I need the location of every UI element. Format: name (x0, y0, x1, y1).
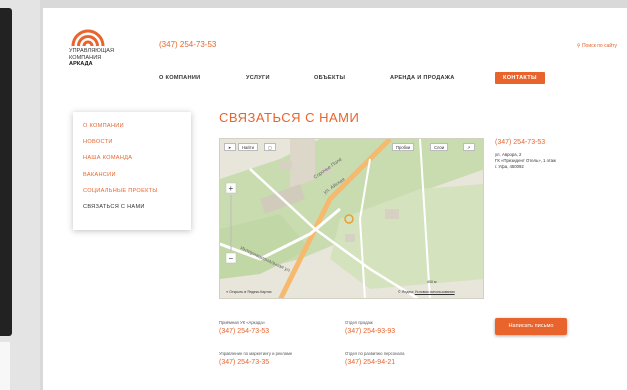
contact-sales-phone: (347) 254-93-93 (345, 328, 396, 335)
left-dark-panel (0, 8, 12, 336)
contact-marketing-label: Управление по маркетингу и рекламе (219, 351, 293, 356)
search-label: Поиск по сайту (581, 43, 617, 49)
map-copyright-label: © Яндекс (398, 290, 414, 294)
sidebar-item-team[interactable]: НАША КОМАНДА (83, 155, 191, 171)
nav-item-objects[interactable]: ОБЪЕКТЫ (314, 75, 345, 81)
header-phone[interactable]: (347) 254-73-53 (159, 40, 216, 49)
map-geolocate-icon[interactable]: ➤ (224, 143, 236, 151)
search-link[interactable]: ⚲ Поиск по сайту (577, 43, 617, 49)
logo[interactable]: УПРАВЛЯЮЩАЯ КОМПАНИЯ АРКАДА (69, 26, 125, 68)
page: УПРАВЛЯЮЩАЯ КОМПАНИЯ АРКАДА (347) 254-73… (43, 8, 627, 390)
contact-hr-phone: (347) 254-94-21 (345, 359, 396, 366)
contact-hr: Отдел по развитию персонала (347) 254-94… (345, 351, 455, 367)
logo-line-3: АРКАДА (69, 61, 93, 67)
logo-arc-icon (71, 29, 105, 46)
map-find-button[interactable]: Найти (238, 143, 258, 151)
map-copyright: © Яндекс Условия использования (398, 290, 455, 294)
address-line-3: г. Уфа, 450092 (495, 164, 524, 169)
nav-item-contacts[interactable]: КОНТАКТЫ (495, 72, 545, 84)
contact-reception-phone: (347) 254-73-53 (219, 328, 270, 335)
contact-marketing: Управление по маркетингу и рекламе (347)… (219, 351, 314, 367)
nav-item-rent-sale[interactable]: АРЕНДА И ПРОДАЖА (390, 75, 455, 81)
svg-text:+: + (229, 184, 234, 193)
sidebar-item-vacancies[interactable]: ВАКАНСИИ (83, 172, 191, 188)
svg-text:−: − (229, 254, 234, 263)
page-title: СВЯЗАТЬСЯ С НАМИ (219, 110, 360, 125)
left-window-frame (0, 0, 40, 390)
info-address: ул. Аврора, 2 ГК «Президент Отель», 1 эт… (495, 152, 595, 170)
info-phone: (347) 254-73-53 (495, 139, 546, 146)
search-icon: ⚲ (576, 43, 581, 49)
map-scale: 400 м (427, 280, 437, 284)
map-ruler-icon[interactable]: ▢ (264, 143, 276, 151)
write-letter-button[interactable]: Написать письмо (495, 318, 567, 335)
contact-reception: Приёмная УК «Аркада» (347) 254-73-53 (219, 320, 329, 336)
contact-hr-label: Отдел по развитию персонала (345, 351, 405, 356)
map-traffic-button[interactable]: Пробки (392, 143, 415, 151)
left-light-panel (0, 342, 10, 390)
map-canvas: Сорочье Поле ул. Айская Интернациональна… (220, 139, 483, 298)
nav-item-services[interactable]: УСЛУГИ (246, 75, 270, 81)
sidebar-item-company[interactable]: О КОМПАНИИ (83, 123, 191, 139)
sidebar-item-news[interactable]: НОВОСТИ (83, 139, 191, 155)
map-layers-button[interactable]: Слои (430, 143, 449, 151)
map-open-yandex-label: Открыть в Яндекс.Картах (229, 290, 272, 294)
main-nav: О КОМПАНИИ УСЛУГИ ОБЪЕКТЫ АРЕНДА И ПРОДА… (43, 72, 627, 86)
nav-item-company[interactable]: О КОМПАНИИ (159, 75, 200, 81)
contact-reception-label: Приёмная УК «Аркада» (219, 320, 266, 325)
sidebar-item-contact-us[interactable]: СВЯЗАТЬСЯ С НАМИ (83, 204, 191, 220)
map-pin-icon: ● (226, 290, 229, 294)
sidebar-item-social-projects[interactable]: СОЦИАЛЬНЫЕ ПРОЕКТЫ (83, 188, 191, 204)
map-fullscreen-icon[interactable]: ↗ (463, 143, 475, 151)
contact-sales: Отдел продаж (347) 254-93-93 (345, 320, 455, 336)
map-open-yandex[interactable]: ● Открыть в Яндекс.Картах (226, 290, 272, 294)
contact-sales-label: Отдел продаж (345, 320, 373, 325)
map-terms-link[interactable]: Условия использования (415, 290, 455, 294)
map[interactable]: Сорочье Поле ул. Айская Интернациональна… (219, 138, 484, 299)
contact-marketing-phone: (347) 254-73-35 (219, 359, 270, 366)
sidebar-menu: О КОМПАНИИ НОВОСТИ НАША КОМАНДА ВАКАНСИИ… (73, 112, 191, 230)
